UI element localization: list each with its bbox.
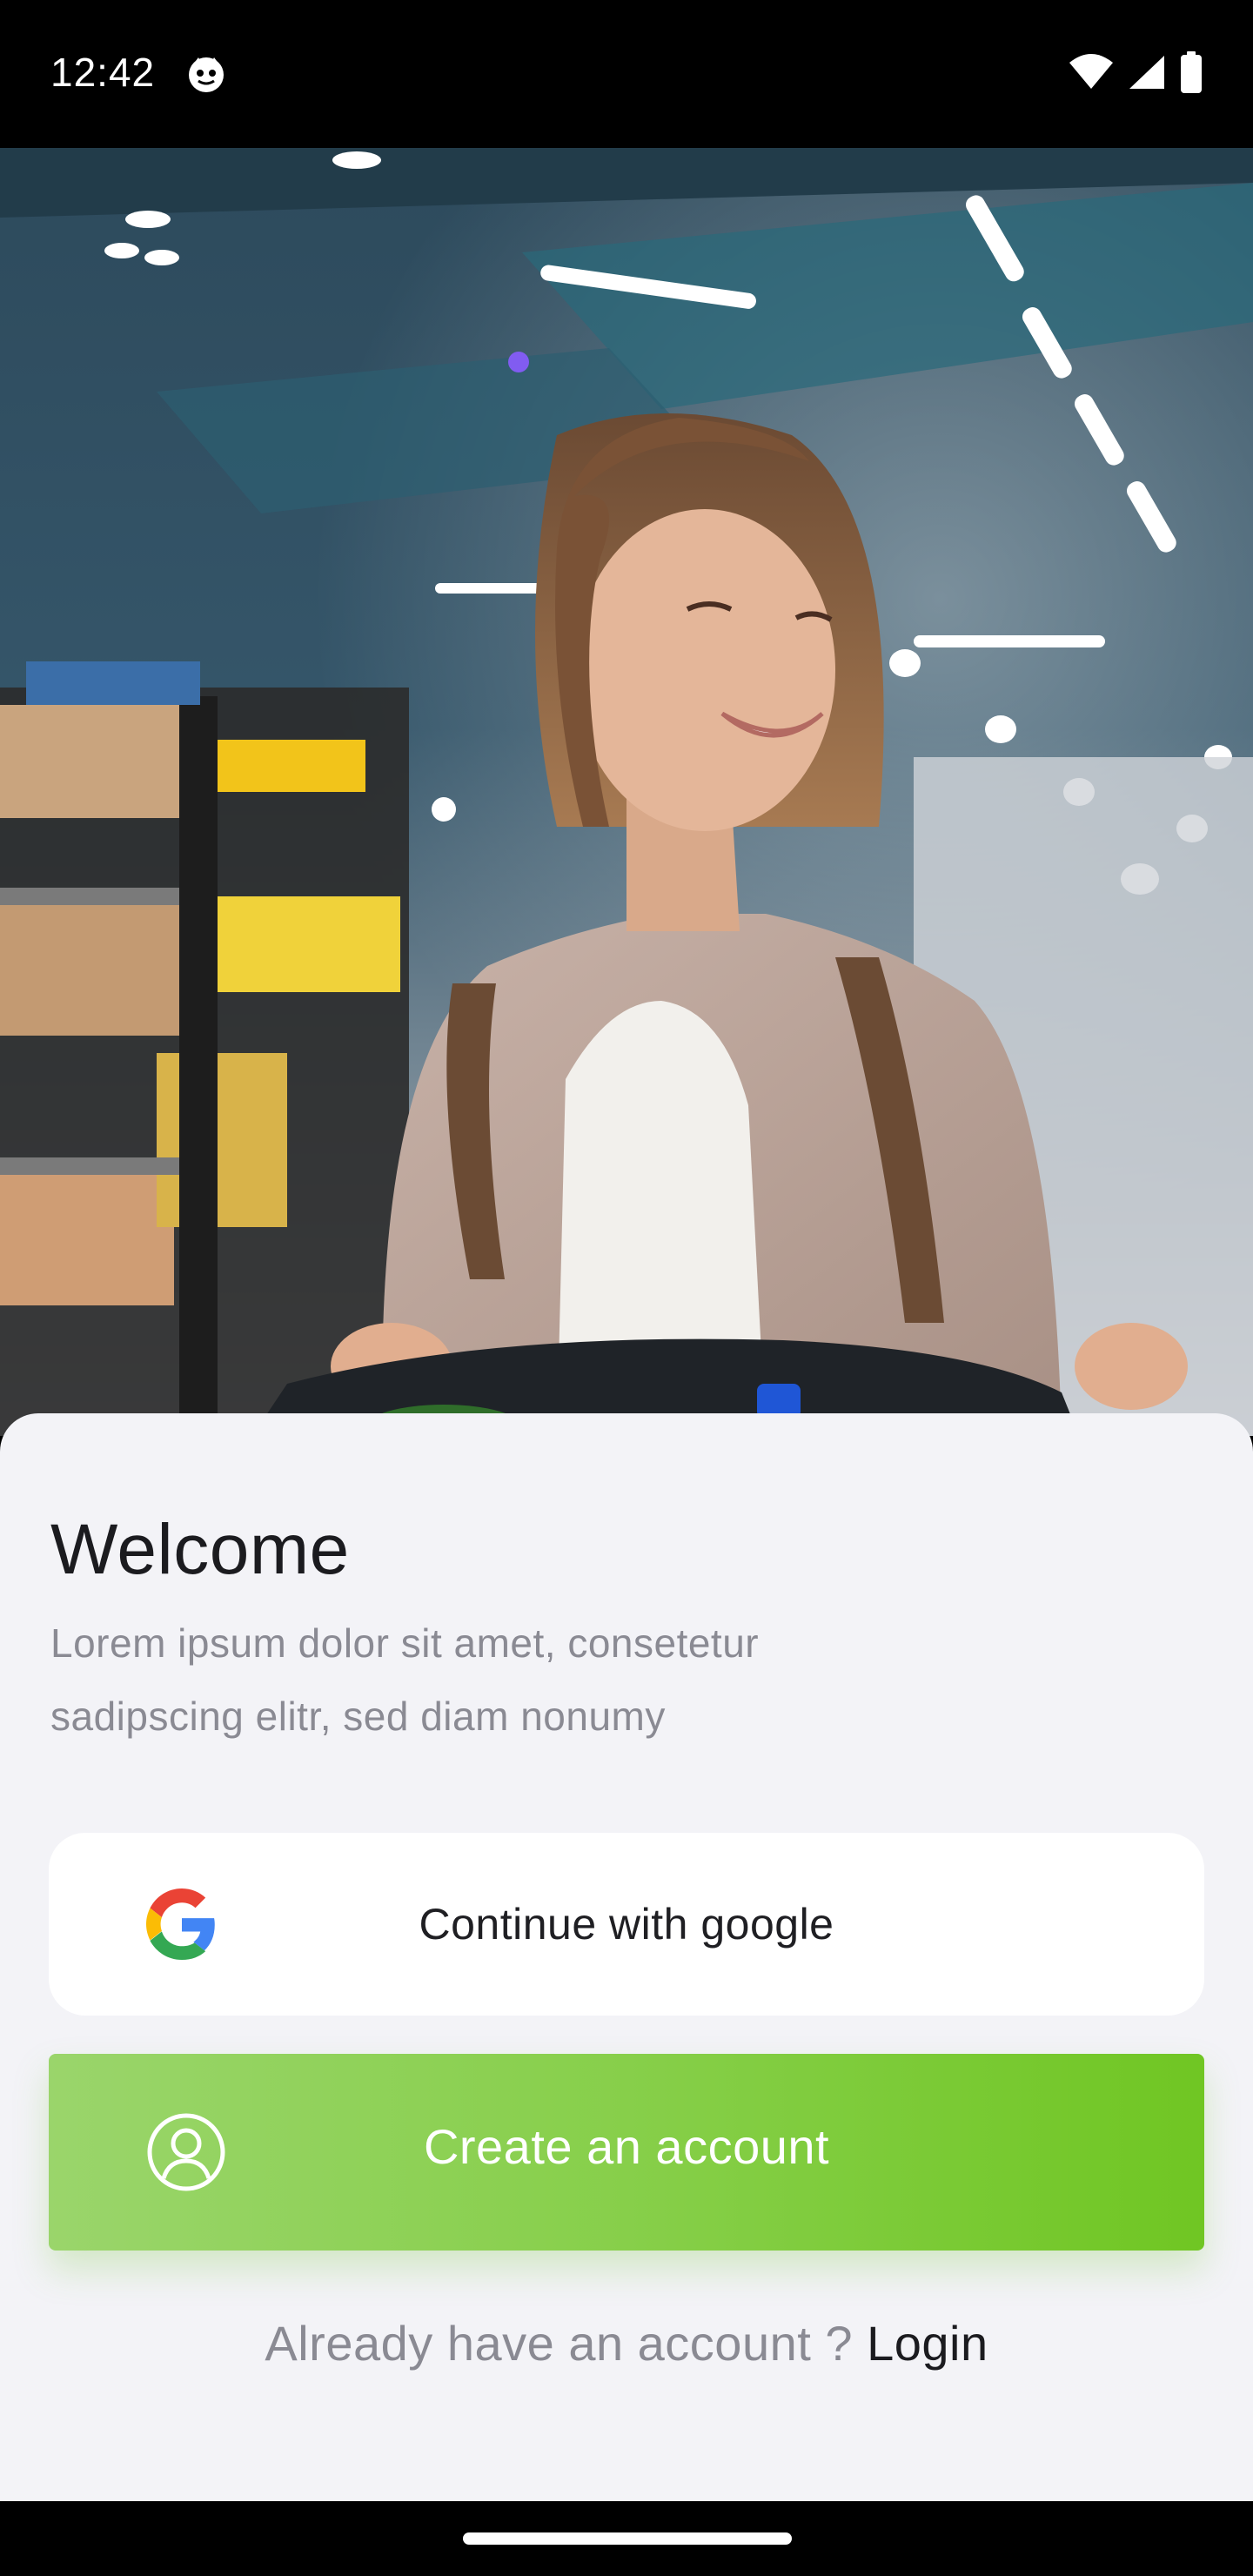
hero-photo — [0, 148, 1253, 1436]
login-prompt-text: Already have an account ? — [265, 2316, 854, 2371]
welcome-subtitle-line1: Lorem ipsum dolor sit amet, consetetur — [50, 1620, 760, 1666]
continue-with-google-label: Continue with google — [419, 1900, 834, 1949]
home-gesture-handle[interactable] — [463, 2532, 792, 2545]
user-circle-icon — [146, 2112, 226, 2192]
cellular-signal-icon — [1128, 54, 1166, 95]
welcome-subtitle-line2: sadipscing elitr, sed diam nonumy — [50, 1694, 666, 1739]
continue-with-google-button[interactable]: Continue with google — [49, 1833, 1204, 2016]
battery-icon — [1180, 50, 1203, 97]
google-g-icon — [146, 1888, 218, 1960]
status-bar: 12:42 — [0, 0, 1253, 148]
welcome-title: Welcome — [50, 1510, 350, 1589]
status-time: 12:42 — [50, 50, 156, 95]
welcome-sheet: Welcome Lorem ipsum dolor sit amet, cons… — [0, 1413, 1253, 2501]
welcome-screen: 12:42 Welcome Lorem ipsum dolor sit amet… — [0, 0, 1253, 2576]
login-prompt-row: Already have an account ? Login — [0, 2315, 1253, 2371]
create-account-button[interactable]: Create an account — [49, 2054, 1204, 2251]
welcome-subtitle: Lorem ipsum dolor sit amet, consetetur s… — [50, 1607, 1008, 1753]
login-link[interactable]: Login — [867, 2316, 988, 2371]
status-icons — [1069, 50, 1203, 97]
navigation-bar — [0, 2501, 1253, 2576]
cat-notification-icon — [186, 54, 226, 94]
wifi-icon — [1069, 53, 1114, 95]
